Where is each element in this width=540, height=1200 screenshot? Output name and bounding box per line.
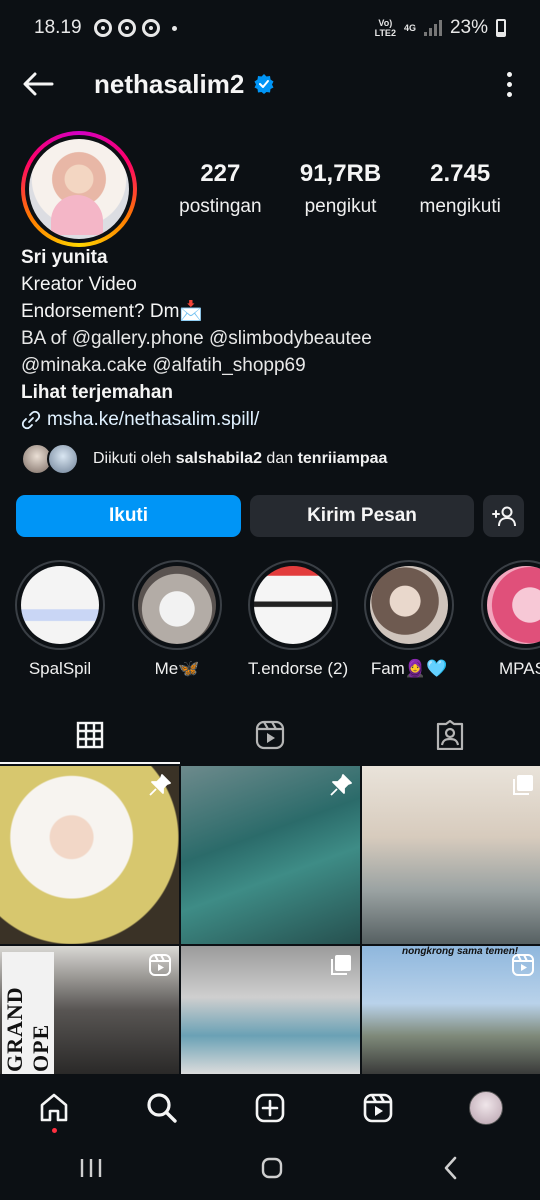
nav-reels[interactable] — [348, 1083, 408, 1133]
nav-search[interactable] — [132, 1083, 192, 1133]
back-icon — [445, 1156, 457, 1179]
reel-icon — [149, 954, 171, 976]
profile-username: nethasalim2 — [94, 68, 245, 99]
highlight-item[interactable]: Me🦋 — [132, 560, 222, 679]
followed-by-text: Diikuti oleh salshabila2 dan tenriiampaa — [93, 450, 388, 467]
status-time: 18.19 — [34, 17, 82, 38]
create-icon — [255, 1093, 285, 1123]
home-icon — [40, 1093, 68, 1122]
post-thumbnail[interactable]: GRAND OPE — [0, 946, 179, 1074]
bio-link-text[interactable]: msha.ke/nethasalim.spill/ — [47, 406, 259, 433]
more-options-icon[interactable] — [507, 72, 512, 97]
verified-badge-icon — [254, 74, 274, 94]
signal-icon — [423, 20, 442, 36]
grid-icon — [76, 721, 104, 749]
bio-mentions[interactable]: BA of @gallery.phone @slimbodybeautee — [21, 325, 521, 352]
nav-home[interactable] — [24, 1083, 84, 1133]
post-thumbnail[interactable] — [181, 766, 360, 944]
following-count[interactable]: 2.745 mengikuti — [420, 160, 501, 218]
home-button-icon — [261, 1157, 283, 1178]
post-thumbnail[interactable] — [362, 766, 540, 944]
back-button[interactable] — [18, 64, 58, 104]
chrome-icon — [141, 19, 160, 37]
highlight-cover — [370, 566, 448, 644]
post-thumbnail[interactable]: nongkrong sama temen! — [362, 946, 540, 1074]
status-bar: 18.19 Vo) LTE2 4G 23% — [0, 0, 540, 56]
profile-avatar — [469, 1091, 503, 1125]
highlight-cover — [138, 566, 216, 644]
pinned-icon — [330, 774, 352, 796]
profile-avatar — [29, 139, 129, 239]
bio-line: Endorsement? Dm📩 — [21, 301, 204, 322]
profile-bio: Sri yunita Kreator Video Endorsement? Dm… — [21, 244, 521, 433]
reels-icon — [255, 720, 285, 750]
carousel-icon — [513, 775, 533, 795]
profile-header: nethasalim2 — [0, 58, 540, 110]
story-highlights: SpalSpil Me🦋 T.endorse (2) Fam🧕🩵 MPAS — [0, 560, 540, 680]
reels-icon — [363, 1093, 393, 1123]
bio-link[interactable]: msha.ke/nethasalim.spill/ — [21, 406, 521, 433]
display-name: Sri yunita — [21, 247, 108, 268]
profile-avatar-story-ring[interactable] — [21, 131, 137, 247]
carousel-icon — [331, 955, 351, 975]
follow-button[interactable]: Ikuti — [16, 495, 241, 537]
post-thumbnail[interactable] — [0, 766, 179, 944]
highlight-cover — [254, 566, 332, 644]
reel-icon — [512, 954, 534, 976]
tab-tagged[interactable] — [360, 706, 540, 764]
profile-stats: 227 postingan 91,7RB pengikut 2.745 meng… — [160, 160, 520, 218]
system-navigation — [0, 1140, 540, 1200]
add-person-icon — [491, 506, 516, 527]
volte-indicator: Vo) LTE2 — [374, 18, 396, 38]
mutual-follower-avatar — [47, 443, 79, 475]
posts-count[interactable]: 227 postingan — [179, 160, 261, 218]
home-button[interactable] — [260, 1156, 284, 1185]
post-overlay-text: GRAND OPE — [2, 952, 54, 1074]
battery-percent: 23% — [449, 17, 488, 38]
tab-reels[interactable] — [180, 706, 360, 764]
battery-icon — [496, 19, 506, 37]
notification-dot — [52, 1128, 57, 1133]
bottom-navigation — [0, 1078, 540, 1138]
recents-icon — [80, 1158, 101, 1177]
nav-profile[interactable] — [456, 1083, 516, 1133]
network-type: 4G — [403, 23, 416, 33]
bio-category: Kreator Video — [21, 274, 137, 295]
followers-count[interactable]: 91,7RB pengikut — [300, 160, 381, 218]
suggest-people-button[interactable] — [483, 495, 524, 537]
recents-button[interactable] — [79, 1157, 103, 1184]
status-right: Vo) LTE2 4G 23% — [375, 17, 506, 39]
nav-create[interactable] — [240, 1083, 300, 1133]
pinned-icon — [149, 774, 171, 796]
link-icon — [21, 410, 41, 429]
bio-mentions[interactable]: @minaka.cake @alfatih_shopp69 — [21, 352, 521, 379]
back-arrow-icon — [23, 72, 54, 96]
tagged-icon — [436, 720, 464, 750]
highlight-item[interactable]: SpalSpil — [15, 560, 105, 679]
tab-posts-grid[interactable] — [0, 706, 180, 764]
highlight-item[interactable]: T.endorse (2) — [248, 560, 348, 679]
posts-grid: GRAND OPE nongkrong sama temen! — [0, 766, 540, 1076]
highlight-cover — [487, 566, 540, 644]
post-thumbnail[interactable] — [181, 946, 360, 1074]
highlight-item[interactable]: Fam🧕🩵 — [364, 560, 454, 679]
chrome-icon — [117, 19, 136, 37]
chrome-icon — [93, 19, 112, 37]
more-notifications-dot-icon — [171, 25, 177, 31]
see-translation-link[interactable]: Lihat terjemahan — [21, 379, 521, 406]
profile-content-tabs — [0, 706, 540, 764]
message-button[interactable]: Kirim Pesan — [250, 495, 474, 537]
system-back-button[interactable] — [441, 1156, 461, 1185]
post-overlay-text: nongkrong sama temen! — [402, 946, 519, 957]
highlight-cover — [21, 566, 99, 644]
search-icon — [147, 1093, 177, 1123]
highlight-item[interactable]: MPAS — [481, 560, 540, 679]
followed-by[interactable]: Diikuti oleh salshabila2 dan tenriiampaa — [21, 443, 387, 475]
notification-icons — [93, 19, 177, 37]
